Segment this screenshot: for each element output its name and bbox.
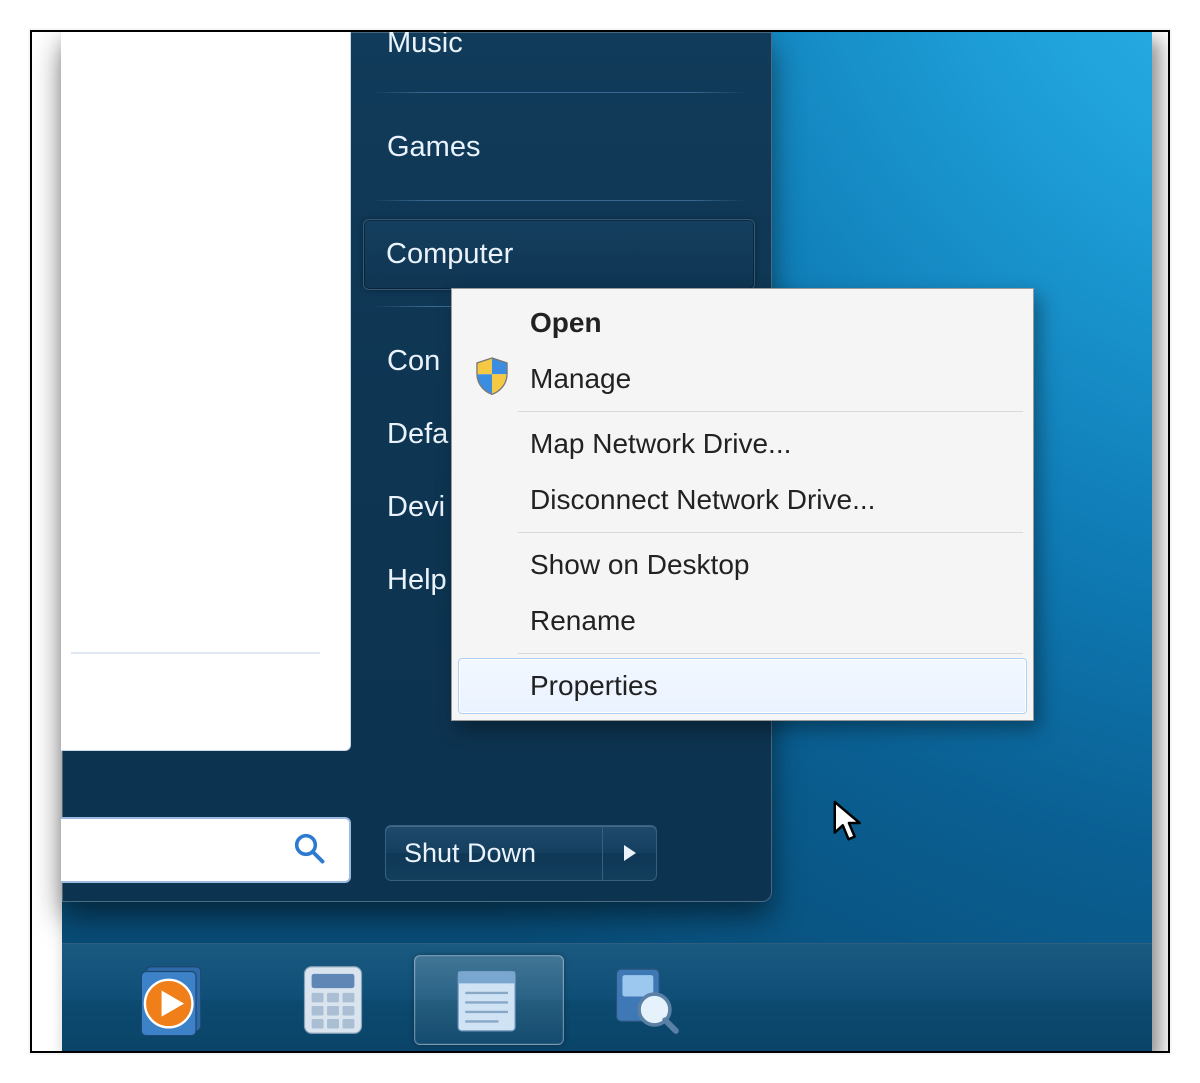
context-menu: Open Manage Map Network Drive... Disconn…	[451, 288, 1034, 721]
ctx-rename[interactable]: Rename	[458, 593, 1027, 649]
taskbar-item-magnifier[interactable]	[570, 955, 720, 1045]
ctx-open[interactable]: Open	[458, 295, 1027, 351]
ctx-manage-label: Manage	[530, 363, 631, 395]
start-menu-left-panel	[61, 31, 351, 751]
taskbar-item-calculator[interactable]	[258, 955, 408, 1045]
separator	[518, 653, 1023, 654]
separator	[518, 411, 1023, 412]
divider	[371, 200, 747, 201]
triangle-right-icon	[624, 845, 636, 861]
ctx-map-network-drive[interactable]: Map Network Drive...	[458, 416, 1027, 472]
start-item-games[interactable]: Games	[363, 111, 755, 184]
uac-shield-icon	[472, 356, 512, 403]
media-player-icon	[139, 962, 215, 1038]
divider	[71, 652, 320, 654]
shutdown-label: Shut Down	[404, 838, 536, 869]
cursor-icon	[832, 800, 872, 851]
start-item-music[interactable]: Music	[363, 30, 755, 76]
search-input[interactable]	[61, 817, 351, 883]
taskbar-item-media-player[interactable]	[102, 955, 252, 1045]
divider	[371, 92, 747, 93]
ctx-properties[interactable]: Properties	[458, 658, 1027, 714]
ctx-manage[interactable]: Manage	[458, 351, 1027, 407]
start-item-computer[interactable]: Computer	[363, 219, 755, 290]
taskbar-item-notepad[interactable]	[414, 955, 564, 1045]
notepad-icon	[451, 962, 527, 1038]
calculator-icon	[295, 962, 371, 1038]
ctx-disconnect-network-drive[interactable]: Disconnect Network Drive...	[458, 472, 1027, 528]
shutdown-button[interactable]: Shut Down	[385, 825, 603, 881]
search-icon	[291, 830, 327, 871]
separator	[518, 532, 1023, 533]
shutdown-options-button[interactable]	[603, 825, 657, 881]
ctx-show-on-desktop[interactable]: Show on Desktop	[458, 537, 1027, 593]
taskbar	[62, 943, 1152, 1053]
magnifier-icon	[607, 962, 683, 1038]
